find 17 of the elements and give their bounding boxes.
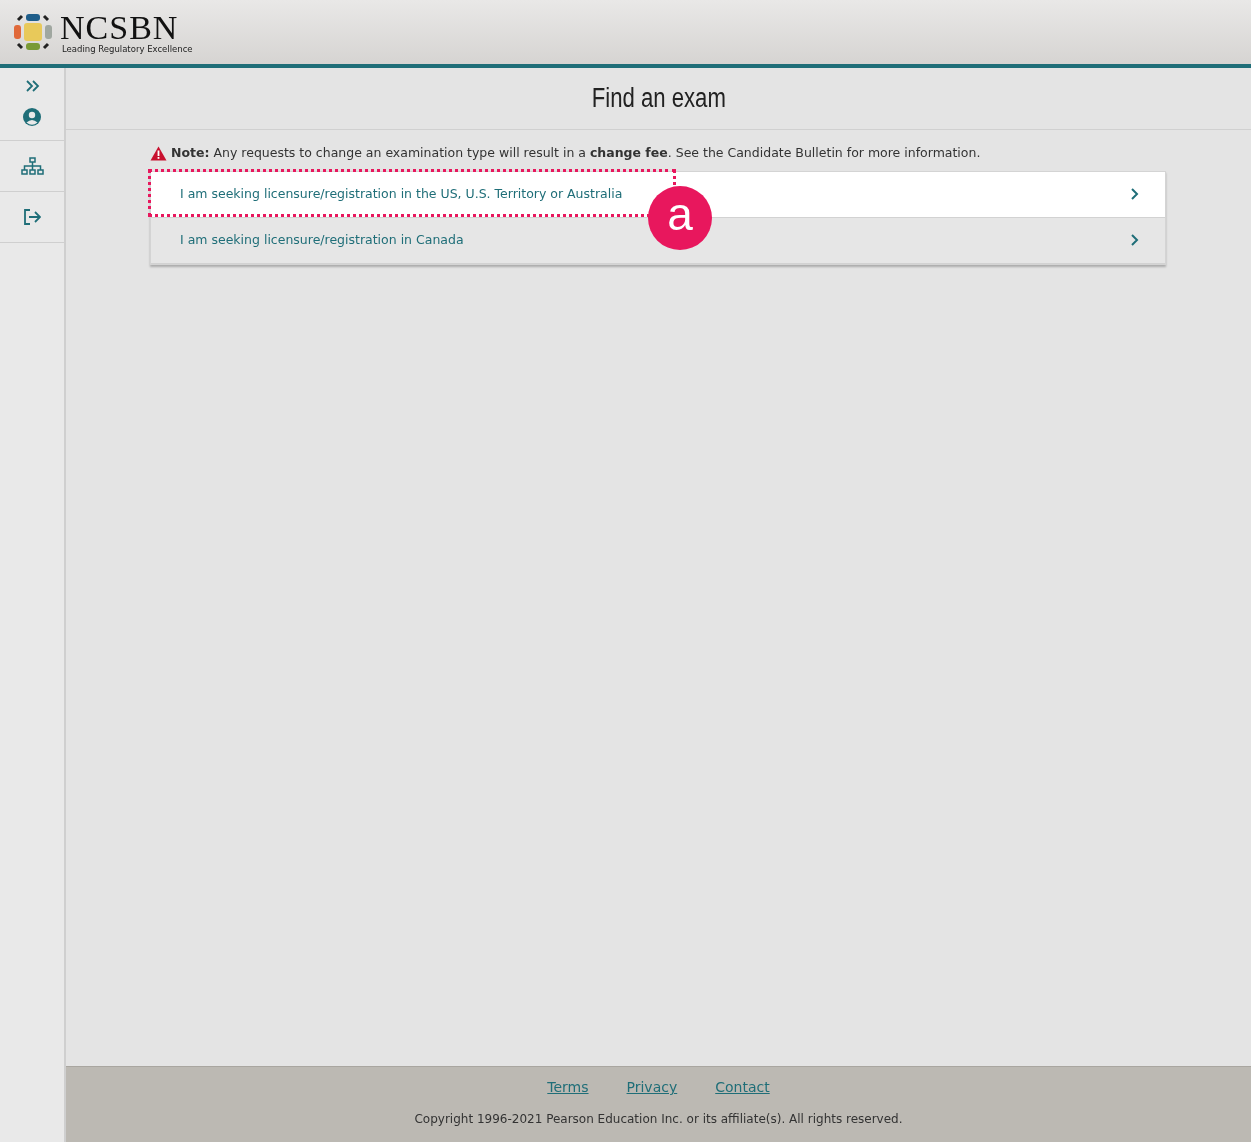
logo-icon: [12, 12, 54, 52]
option-label: I am seeking licensure/registration in Canada: [180, 230, 464, 249]
page-title: Find an exam: [591, 82, 726, 115]
chevron-right-icon: [1130, 187, 1139, 202]
sitemap-icon[interactable]: [18, 155, 46, 177]
sign-out-icon[interactable]: [21, 206, 43, 228]
option-label: I am seeking licensure/registration in the US, U.S. Territory or Australia: [180, 184, 623, 203]
warning-icon: [150, 145, 167, 161]
footer-link[interactable]: Privacy: [626, 1077, 678, 1098]
user-icon[interactable]: [21, 106, 43, 128]
footer-link[interactable]: Terms: [547, 1077, 589, 1098]
copyright-text: Copyright 1996-2021 Pearson Education Inc. or its affiliate(s). All rights reserved.: [414, 1111, 903, 1128]
chevron-right-icon: [1130, 233, 1139, 248]
footer-link[interactable]: Contact: [715, 1077, 770, 1098]
note-text: Note: Any requests to change an examination type will result in a change fee. See the Candidate Bulletin for more information.: [171, 144, 981, 162]
logo-tagline: Leading Regulatory Excellence: [62, 44, 193, 54]
logo-name: NCSBN: [60, 10, 179, 45]
